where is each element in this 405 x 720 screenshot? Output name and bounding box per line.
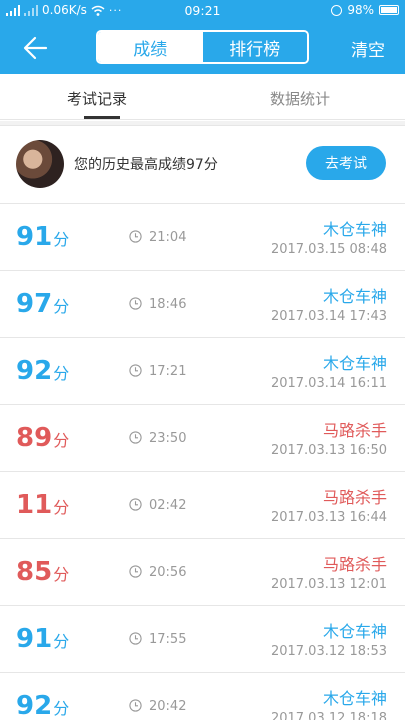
rank-title: 木仓车神 [322,622,387,641]
clock-icon [129,431,142,444]
segment-ranking[interactable]: 排行榜 [202,32,307,62]
rank-title: 马路杀手 [322,488,387,507]
exam-record-list: 91分 21:04 木仓车神 2017.03.15 08:48 97分 18:46 木仓车神… [0,204,405,720]
clock-icon [129,364,142,377]
exam-duration: 17:55 [149,632,187,647]
take-exam-button[interactable]: 去考试 [306,146,386,180]
status-bar: 0.06K/s ··· 09:21 98% [0,0,405,22]
table-row[interactable]: 85分 20:56 马路杀手 2017.03.13 12:01 [0,539,405,606]
exam-duration: 02:42 [149,498,187,513]
score-number: 85 [16,557,53,587]
score-number: 97 [16,289,53,319]
score-value: 89分 [16,423,69,453]
battery-percent: 98% [347,3,374,17]
score-unit: 分 [53,431,70,450]
exam-datetime: 2017.03.14 16:11 [270,376,387,391]
rank-title: 木仓车神 [322,689,387,708]
active-tab-indicator [84,116,120,119]
score-value: 92分 [16,356,69,386]
clock-icon [129,498,142,511]
nav-bar: 成绩 排行榜 清空 [0,22,405,74]
clock-icon [129,632,142,645]
exam-datetime: 2017.03.14 17:43 [270,309,387,324]
score-number: 89 [16,423,53,453]
exam-datetime: 2017.03.15 08:48 [270,242,387,257]
status-right: 98% [331,3,399,17]
best-score-card: 您的历史最高成绩97分 去考试 [0,126,405,204]
score-value: 91分 [16,222,69,252]
score-unit: 分 [53,230,70,249]
clock-icon [129,230,142,243]
exam-duration: 23:50 [149,431,187,446]
score-number: 11 [16,490,53,520]
alarm-icon [331,4,343,16]
score-unit: 分 [53,364,70,383]
avatar[interactable] [16,140,64,188]
score-value: 97分 [16,289,69,319]
exam-datetime: 2017.03.13 12:01 [270,577,387,592]
score-value: 91分 [16,624,69,654]
exam-duration: 20:42 [149,699,187,714]
tab-exam-records[interactable]: 考试记录 [67,88,127,109]
table-row[interactable]: 92分 17:21 木仓车神 2017.03.14 16:11 [0,338,405,405]
score-value: 85分 [16,557,69,587]
clear-button[interactable]: 清空 [351,36,385,61]
segment-scores[interactable]: 成绩 [98,32,203,62]
table-row[interactable]: 91分 21:04 木仓车神 2017.03.15 08:48 [0,204,405,271]
exam-duration: 18:46 [149,297,187,312]
rank-title: 马路杀手 [322,555,387,574]
table-row[interactable]: 11分 02:42 马路杀手 2017.03.13 16:44 [0,472,405,539]
exam-duration: 21:04 [149,230,187,245]
score-number: 92 [16,356,53,386]
exam-duration: 20:56 [149,565,187,580]
battery-icon [379,5,399,15]
score-unit: 分 [53,632,70,651]
rank-title: 木仓车神 [322,220,387,239]
sub-tabs: 考试记录 数据统计 [0,74,405,120]
segmented-control: 成绩 排行榜 [96,30,309,64]
back-arrow-icon[interactable] [20,32,52,64]
exam-datetime: 2017.03.13 16:44 [270,510,387,525]
rank-title: 马路杀手 [322,421,387,440]
score-unit: 分 [53,297,70,316]
rank-title: 木仓车神 [322,354,387,373]
clock-icon [129,699,142,712]
clock-icon [129,297,142,310]
exam-duration: 17:21 [149,364,187,379]
best-score-text: 您的历史最高成绩97分 [74,157,218,173]
score-value: 92分 [16,691,69,720]
score-unit: 分 [53,498,70,517]
score-number: 91 [16,222,53,252]
exam-datetime: 2017.03.12 18:53 [270,644,387,659]
table-row[interactable]: 91分 17:55 木仓车神 2017.03.12 18:53 [0,606,405,673]
clock-icon [129,565,142,578]
score-unit: 分 [53,565,70,584]
table-row[interactable]: 97分 18:46 木仓车神 2017.03.14 17:43 [0,271,405,338]
table-row[interactable]: 89分 23:50 马路杀手 2017.03.13 16:50 [0,405,405,472]
score-unit: 分 [53,699,70,718]
exam-datetime: 2017.03.12 18:18 [270,711,387,720]
table-row[interactable]: 92分 20:42 木仓车神 2017.03.12 18:18 [0,673,405,720]
tab-data-stats[interactable]: 数据统计 [270,88,330,109]
score-number: 92 [16,691,53,720]
exam-datetime: 2017.03.13 16:50 [270,443,387,458]
score-value: 11分 [16,490,69,520]
rank-title: 木仓车神 [322,287,387,306]
score-number: 91 [16,624,53,654]
